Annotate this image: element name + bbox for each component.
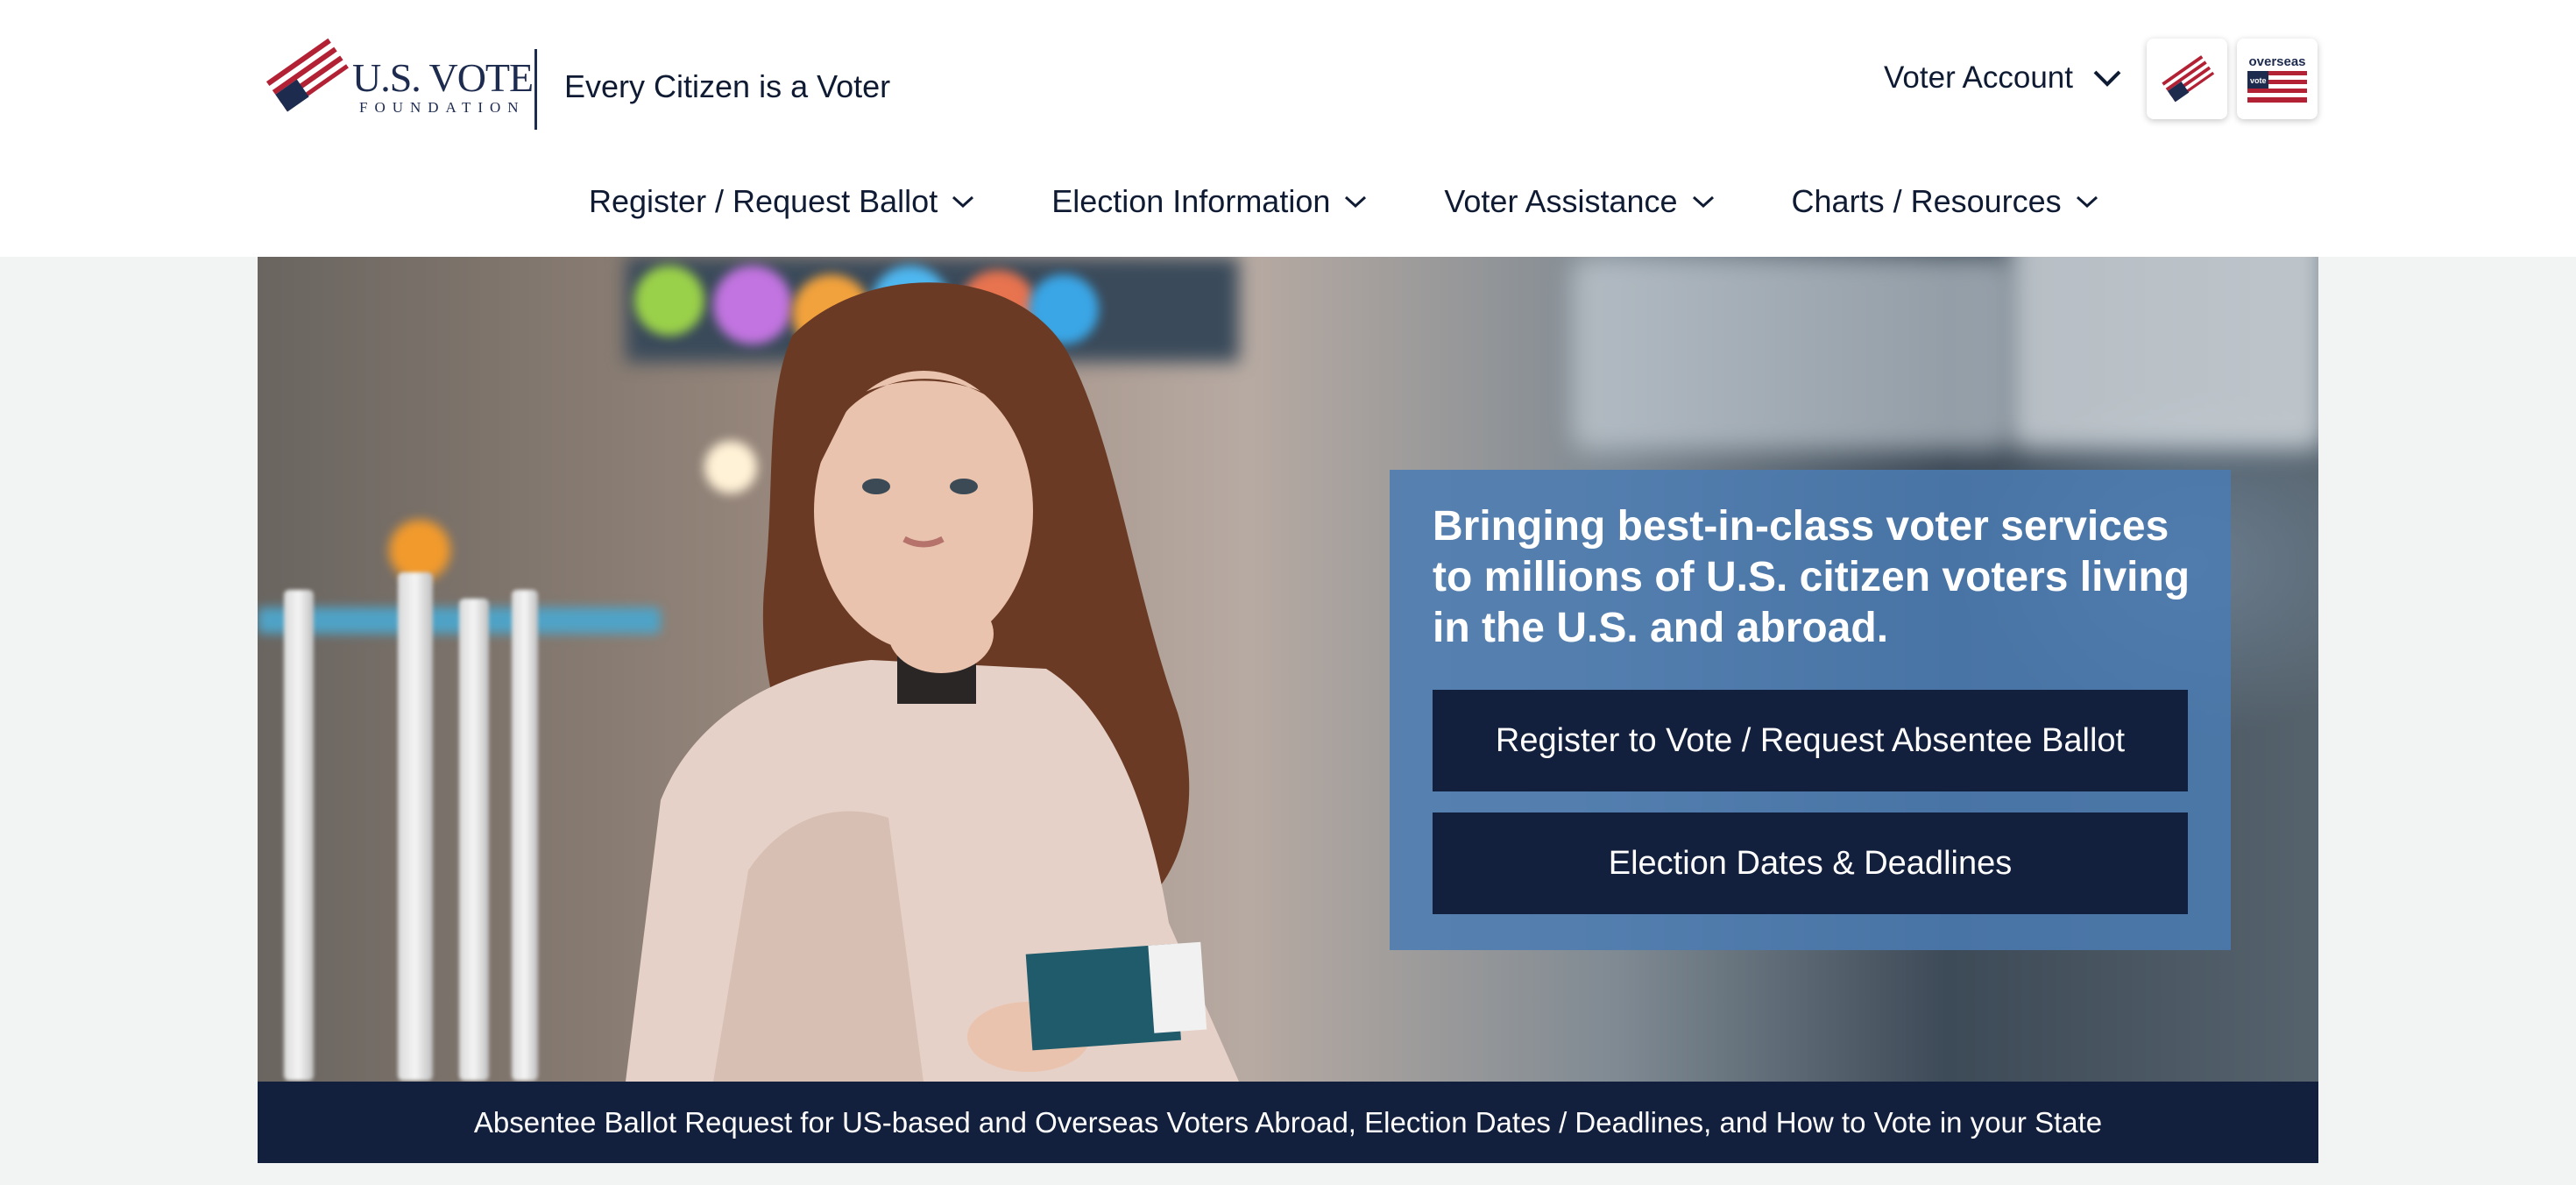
chevron-down-icon — [2093, 70, 2121, 87]
overseas-badge-vote: vote — [2250, 76, 2267, 85]
logo-subtitle: FOUNDATION — [359, 99, 526, 116]
hero-banner: Bringing best-in-class voter services to… — [258, 257, 2318, 1082]
site-logo[interactable]: U.S. VOTE FOUNDATION — [258, 32, 534, 119]
voter-account-label: Voter Account — [1884, 60, 2073, 95]
nav-item-label: Charts / Resources — [1791, 183, 2062, 219]
hero-caption-bar: Absentee Ballot Request for US-based and… — [258, 1082, 2318, 1163]
nav-charts-resources[interactable]: Charts / Resources — [1792, 183, 2098, 220]
chevron-down-icon — [2076, 195, 2098, 209]
chevron-down-icon — [1345, 195, 1367, 209]
usvote-site-badge[interactable] — [2147, 39, 2227, 119]
us-flag-icon: vote — [2247, 71, 2307, 103]
site-tagline: Every Citizen is a Voter — [564, 68, 891, 104]
hero-cta-panel: Bringing best-in-class voter services to… — [1390, 470, 2231, 950]
flag-checkmark-icon — [265, 38, 349, 112]
nav-item-label: Election Information — [1051, 183, 1331, 219]
nav-election-information[interactable]: Election Information — [1051, 183, 1367, 220]
election-dates-deadlines-button[interactable]: Election Dates & Deadlines — [1433, 812, 2188, 914]
nav-item-label: Voter Assistance — [1444, 183, 1678, 219]
logo-wordmark: U.S. VOTE — [352, 55, 534, 100]
site-header: U.S. VOTE FOUNDATION Every Citizen is a … — [0, 0, 2576, 257]
overseas-badge-label: overseas — [2248, 54, 2306, 69]
chevron-down-icon — [952, 195, 974, 209]
register-request-ballot-button[interactable]: Register to Vote / Request Absentee Ball… — [1433, 690, 2188, 791]
header-divider — [534, 49, 537, 130]
main-navigation: Register / Request Ballot Election Infor… — [589, 175, 2098, 228]
voter-account-menu[interactable]: Voter Account — [1884, 56, 2122, 100]
nav-register-request-ballot[interactable]: Register / Request Ballot — [589, 183, 974, 220]
hero-caption-text: Absentee Ballot Request for US-based and… — [473, 1105, 2103, 1139]
hero-heading: Bringing best-in-class voter services to… — [1433, 503, 2190, 651]
flag-checkmark-icon — [2162, 55, 2215, 103]
nav-voter-assistance[interactable]: Voter Assistance — [1444, 183, 1714, 220]
nav-item-label: Register / Request Ballot — [589, 183, 938, 219]
overseas-vote-badge[interactable]: overseas vote — [2237, 39, 2318, 119]
chevron-down-icon — [1692, 195, 1714, 209]
